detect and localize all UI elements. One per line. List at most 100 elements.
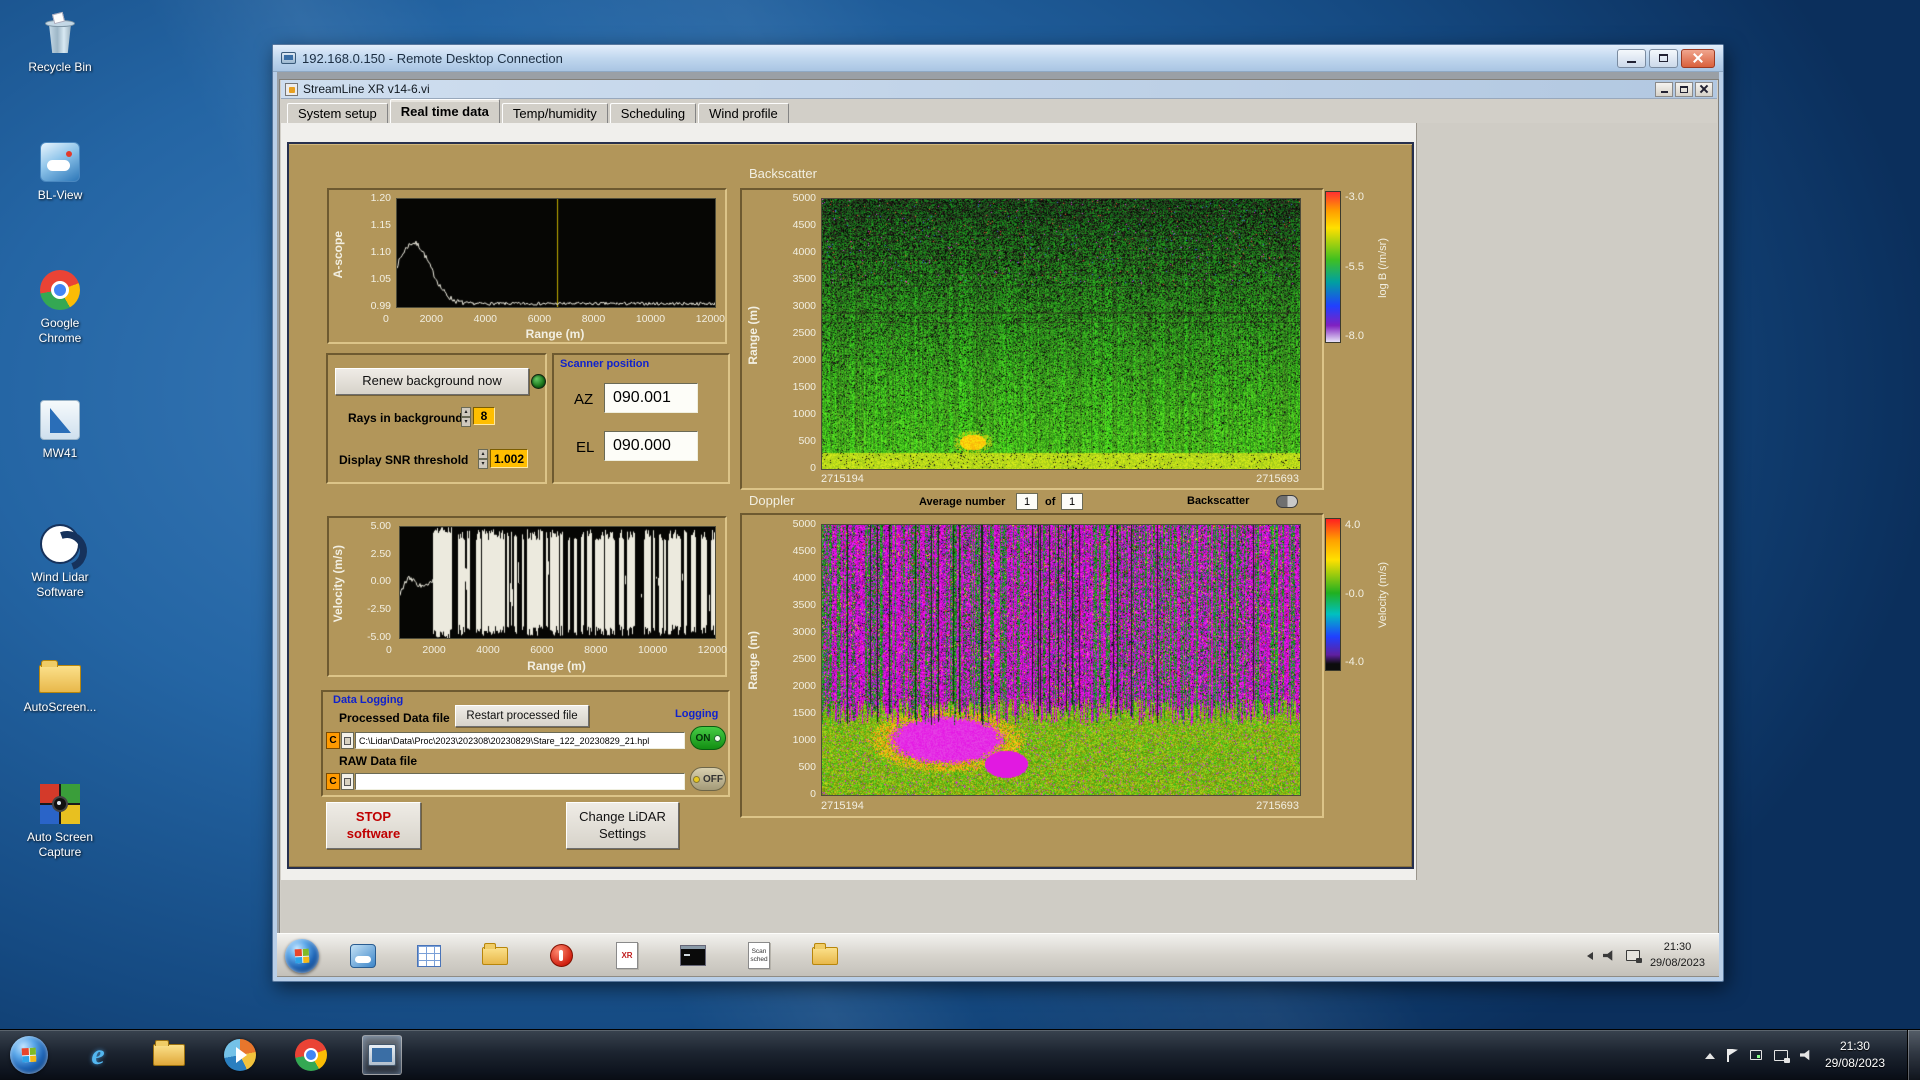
tick-label: 5.00 [370,520,391,532]
taskbar-chrome-icon[interactable] [291,1035,331,1075]
taskbar-media-player-icon[interactable] [220,1035,260,1075]
mw41-icon [38,398,82,442]
remote-volume-icon[interactable] [1602,950,1613,961]
remote-taskbar-folder-icon[interactable] [475,939,515,973]
doppler-colorbar-ticks: 4.0 -0.0 -4.0 [1345,520,1364,668]
tick-label: -8.0 [1345,330,1364,342]
desktop-icon-mw41[interactable]: MW41 [10,398,110,461]
host-taskbar-icons [78,1035,402,1075]
remote-network-icon[interactable] [1625,950,1642,963]
snr-threshold-label: Display SNR threshold [339,453,469,467]
host-taskbar: 21:30 29/08/2023 [0,1029,1920,1080]
labview-titlebar[interactable]: StreamLine XR v14-6.vi [281,80,1717,99]
remote-start-button[interactable] [285,938,319,973]
snr-threshold-field[interactable]: 1.002 [490,449,528,468]
processed-path-field[interactable]: C:\Lidar\Data\Proc\2023\202308\20230829\… [355,732,685,749]
average-number-field[interactable]: 1 [1016,493,1038,510]
desktop-icon-auto-screen-capture[interactable]: Auto Screen Capture [10,782,110,860]
restore-icon [1680,85,1688,93]
tick-label: 5000 [792,518,816,530]
remote-taskbar-power-app-icon[interactable] [541,939,581,973]
rays-in-background-field[interactable]: 8 [473,407,495,425]
desktop-icon-google-chrome[interactable]: Google Chrome [10,268,110,346]
processed-drive-box[interactable]: C [326,732,340,749]
remote-taskbar-blview-icon[interactable] [343,939,383,973]
labview-minimize-button[interactable] [1655,81,1673,97]
stepper-up-icon[interactable]: ▴ [478,449,488,459]
folder-icon [38,652,82,696]
data-logging-group: Data Logging Processed Data file Restart… [321,690,730,797]
tray-show-hidden-icons[interactable] [1704,1048,1715,1059]
rdp-maximize-button[interactable] [1649,48,1678,68]
tick-label: 1.05 [370,272,391,285]
labview-app-icon [285,82,298,96]
taskbar-clock[interactable]: 21:30 29/08/2023 [1825,1038,1885,1073]
tab-wind-profile[interactable]: Wind profile [698,103,789,123]
tick-label: 8000 [581,313,606,325]
tick-label: 1.20 [370,192,391,204]
remote-clock[interactable]: 21:30 29/08/2023 [1650,940,1705,972]
el-field[interactable]: 090.000 [604,431,698,461]
ascope-plot [396,198,716,308]
labview-restore-button[interactable] [1675,81,1693,97]
remote-taskbar-explorer-icon[interactable] [805,939,845,973]
processed-path-browse-icon[interactable] [341,732,354,749]
toggle-dot-icon [693,775,700,783]
desktop-icon-bl-view[interactable]: BL-View [10,140,110,203]
average-total-field[interactable]: 1 [1061,493,1083,510]
scanner-position-title: Scanner position [560,358,650,370]
remote-taskbar-scan-sched-document-icon[interactable]: Scan sched [739,939,779,973]
scan-doc-label: sched [750,955,768,963]
remote-taskbar-terminal-icon[interactable] [673,939,713,973]
restart-processed-file-button[interactable]: Restart processed file [455,705,589,727]
hdd-activity-icon[interactable] [1749,1050,1762,1060]
action-center-flag-icon[interactable] [1726,1048,1738,1062]
remote-taskbar-grid-app-icon[interactable] [409,939,449,973]
tab-scheduling[interactable]: Scheduling [609,103,697,123]
backscatter-y-ticks: 5000 4500 4000 3500 3000 2500 2000 1500 1000 500 0 [770,193,816,474]
velocity-y-axis-label: Velocity (m/s) [330,544,345,623]
change-lidar-settings-button[interactable]: Change LiDAR Settings [566,802,679,849]
raw-drive-box[interactable]: C [326,773,340,790]
raw-logging-toggle[interactable]: OFF [690,767,726,791]
remote-tray-expand-icon[interactable] [1583,951,1593,960]
tick-label: 3000 [792,626,816,639]
az-field[interactable]: 090.001 [604,383,698,413]
volume-icon[interactable] [1799,1049,1810,1061]
backscatter-display-toggle[interactable] [1276,495,1298,508]
chrome-icon [38,268,82,312]
desktop-icon-recycle-bin[interactable]: Recycle Bin [10,11,110,75]
rays-stepper[interactable]: ▴ ▾ [461,407,471,427]
remote-taskbar-xr-document-icon[interactable]: XR [607,939,647,973]
rdp-client-area: StreamLine XR v14-6.vi System setup Real… [277,72,1719,977]
snr-stepper[interactable]: ▴ ▾ [478,449,488,469]
raw-path-field[interactable] [355,773,685,790]
labview-close-button[interactable] [1695,81,1713,97]
auto-screen-capture-icon [38,782,82,826]
start-button[interactable] [10,1036,48,1074]
desktop-icon-autoscreen[interactable]: AutoScreen... [10,652,110,715]
taskbar-internet-explorer-icon[interactable] [78,1035,118,1075]
raw-path-browse-icon[interactable] [341,773,354,790]
doppler-time-axis: 2715194 2715693 [821,801,1299,812]
processed-logging-toggle[interactable]: ON [690,726,726,750]
renew-background-button[interactable]: Renew background now [335,368,529,395]
stepper-down-icon[interactable]: ▾ [478,459,488,469]
rdp-titlebar[interactable]: 192.168.0.150 - Remote Desktop Connectio… [273,45,1723,72]
taskbar-explorer-icon[interactable] [149,1035,189,1075]
rdp-window-title: 192.168.0.150 - Remote Desktop Connectio… [302,50,563,66]
bl-view-icon [38,140,82,184]
tab-real-time-data[interactable]: Real time data [389,99,500,123]
desktop-icon-wind-lidar-software[interactable]: Wind Lidar Software [10,522,110,600]
stepper-down-icon[interactable]: ▾ [461,417,471,427]
stop-software-button[interactable]: STOP software [326,802,421,849]
rdp-close-button[interactable] [1681,48,1715,68]
show-desktop-button[interactable] [1907,1030,1920,1080]
network-icon[interactable] [1773,1049,1790,1063]
rdp-minimize-button[interactable] [1617,48,1646,68]
rays-in-background-label: Rays in background [348,411,463,425]
taskbar-rdp-icon-active[interactable] [362,1035,402,1075]
tab-temp-humidity[interactable]: Temp/humidity [501,103,608,123]
tab-system-setup[interactable]: System setup [287,103,388,123]
stepper-up-icon[interactable]: ▴ [461,407,471,417]
